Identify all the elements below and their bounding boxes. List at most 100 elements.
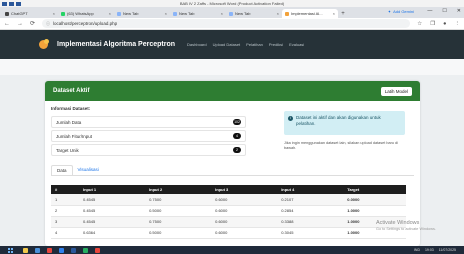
tab-label: New Tab	[235, 11, 251, 16]
info-label: Jumlah Fitur/Input	[56, 133, 93, 139]
upload-hint: Jika ingin menggunakan dataset lain, sil…	[284, 141, 398, 150]
window-controls: — ☐ ✕	[427, 8, 461, 14]
nav-pelatihan[interactable]: Pelatihan	[246, 42, 263, 47]
tab-favicon-icon	[229, 11, 233, 16]
taskbar-app-icon[interactable]	[71, 247, 76, 253]
browser-tab[interactable]: Implementasi Al... ×	[282, 9, 338, 18]
tab-close-icon[interactable]: ×	[53, 11, 55, 16]
browser-menu-icon[interactable]: ⋮	[455, 21, 461, 27]
app-navbar: Implementasi Algoritma Perceptron Dashbo…	[0, 30, 464, 59]
url-text: localhost/perceptron/upload.php	[53, 21, 118, 26]
taskbar-app-icon[interactable]	[59, 247, 64, 253]
info-badge: 2	[233, 147, 241, 153]
column-header: Target	[347, 187, 360, 192]
nav-dashboard[interactable]: Dashboard	[187, 42, 207, 47]
dataset-info: Informasi Dataset: Jumlah Data 102 Jumla…	[45, 101, 420, 165]
table-cell: 0.7500	[145, 216, 212, 228]
table-cell: 1.0000	[343, 205, 406, 217]
table-row: 1 0.4545 0.7500 0.6000 0.2107 0.0000	[51, 194, 406, 206]
browser-tab[interactable]: New Tab ×	[170, 9, 226, 18]
browser-tab[interactable]: ChatGPT ×	[2, 9, 58, 18]
table-cell: 4	[51, 227, 79, 239]
language-indicator[interactable]: IND	[414, 248, 420, 252]
table-cell: 0.6000	[211, 205, 278, 217]
bookmark-star-icon[interactable]: ☆	[417, 21, 422, 27]
tab-search-icon[interactable]: ❐	[430, 21, 435, 27]
table-cell: 0.5000	[145, 205, 212, 217]
tab-close-icon[interactable]: ×	[277, 11, 279, 16]
tab-close-icon[interactable]: ×	[165, 11, 167, 16]
table-cell: 0.3388	[277, 216, 344, 228]
table-cell: 0.2107	[277, 194, 344, 206]
table-header-row: # Input 1 Input 2 Input 3 Input 4 Target	[51, 185, 406, 194]
table-cell: 0.5000	[145, 227, 212, 239]
nav-menu: Dashboard Upload Dataset Pelatihan Predi…	[187, 42, 304, 47]
nav-prediksi[interactable]: Prediksi	[269, 42, 283, 47]
tab-close-icon[interactable]: ×	[221, 11, 223, 16]
minimize-button[interactable]: —	[427, 8, 432, 14]
windows-start-icon[interactable]	[8, 247, 13, 253]
card-title: Dataset Aktif	[53, 88, 90, 94]
taskbar-app-icon[interactable]	[35, 247, 40, 253]
table-cell: 0.4545	[79, 205, 146, 217]
table-row: 4 0.6364 0.5000 0.6000 0.3045 1.0000	[51, 227, 406, 239]
table-cell: 0.4545	[79, 194, 146, 206]
table-cell: 0.6000	[211, 216, 278, 228]
info-row-target-unik: Target Unik 2	[51, 144, 246, 156]
taskbar-app-icon[interactable]	[95, 247, 100, 253]
maximize-button[interactable]: ☐	[442, 8, 446, 14]
info-row-jumlah-fitur: Jumlah Fitur/Input 4	[51, 130, 246, 142]
tab-close-icon[interactable]: ×	[109, 11, 111, 16]
back-arrow-icon[interactable]: ←	[4, 21, 10, 27]
address-bar[interactable]: ⓘ localhost/perceptron/upload.php	[42, 19, 411, 28]
alert-text: Dataset ini aktif dan akan digunakan unt…	[296, 115, 381, 126]
site-info-icon[interactable]: ⓘ	[46, 21, 50, 27]
info-icon: i	[288, 115, 293, 121]
info-label: Target Unik	[56, 147, 79, 153]
gemini-label: Add Gemini	[393, 9, 414, 14]
nav-upload-dataset[interactable]: Upload Dataset	[213, 42, 241, 47]
taskbar-app-icon[interactable]	[23, 247, 28, 253]
activate-windows-subtext: Go to Settings to activate Windows.	[376, 227, 436, 231]
info-label: Jumlah Data	[56, 119, 82, 125]
info-alert: i Dataset ini aktif dan akan digunakan u…	[284, 111, 405, 135]
table-cell: 0.6000	[211, 194, 278, 206]
clock-date[interactable]: 11/07/2025	[439, 248, 456, 252]
taskbar-app-icon[interactable]	[47, 247, 52, 253]
gemini-button[interactable]: ✦ Add Gemini	[388, 9, 414, 14]
card-header: Dataset Aktif Latih Model	[45, 81, 420, 101]
brand-title[interactable]: Implementasi Algoritma Perceptron	[57, 41, 175, 48]
tab-favicon-icon	[117, 11, 121, 16]
tab-close-icon[interactable]: ×	[333, 11, 335, 16]
browser-tab-strip: ChatGPT × (63) WhatsApp × New Tab × New Tab × Ne…	[0, 7, 464, 18]
close-window-button[interactable]: ✕	[457, 8, 461, 14]
table-cell: 0.2854	[277, 205, 344, 217]
table-cell: 0.4545	[79, 216, 146, 228]
reload-icon[interactable]: ⟳	[30, 20, 35, 27]
nav-evaluasi[interactable]: Evaluasi	[289, 42, 304, 47]
tab-favicon-icon	[61, 11, 65, 16]
taskbar-app-icon[interactable]	[83, 247, 88, 253]
system-tray: IND 19:03 11/07/2025	[414, 248, 456, 252]
column-header: Input 2	[149, 187, 163, 192]
word-titlebar: BAB IV 2 Zaffs - Microsoft Word (Product…	[0, 0, 464, 7]
browser-tab[interactable]: New Tab ×	[226, 9, 282, 18]
tab-label: New Tab	[179, 11, 195, 16]
windows-taskbar: IND 19:03 11/07/2025	[0, 246, 464, 254]
clock-time[interactable]: 19:03	[425, 248, 434, 252]
forward-arrow-icon[interactable]: →	[17, 21, 23, 27]
taskbar-apps	[23, 247, 100, 253]
profile-icon[interactable]: ●	[443, 21, 446, 27]
activate-windows-watermark: Activate Windows	[376, 220, 420, 226]
browser-tab[interactable]: (63) WhatsApp ×	[58, 9, 114, 18]
info-badge: 102	[233, 119, 241, 125]
brand-logo-icon	[39, 39, 49, 49]
tab-favicon-icon	[5, 11, 9, 16]
column-header: #	[55, 187, 58, 192]
new-tab-button[interactable]: +	[338, 11, 348, 17]
info-row-jumlah-data: Jumlah Data 102	[51, 116, 246, 128]
browser-tab[interactable]: New Tab ×	[114, 9, 170, 18]
tab-label: (63) WhatsApp	[67, 11, 94, 16]
dataset-card: Dataset Aktif Latih Model Informasi Data…	[45, 81, 420, 246]
train-model-button[interactable]: Latih Model	[380, 86, 412, 96]
